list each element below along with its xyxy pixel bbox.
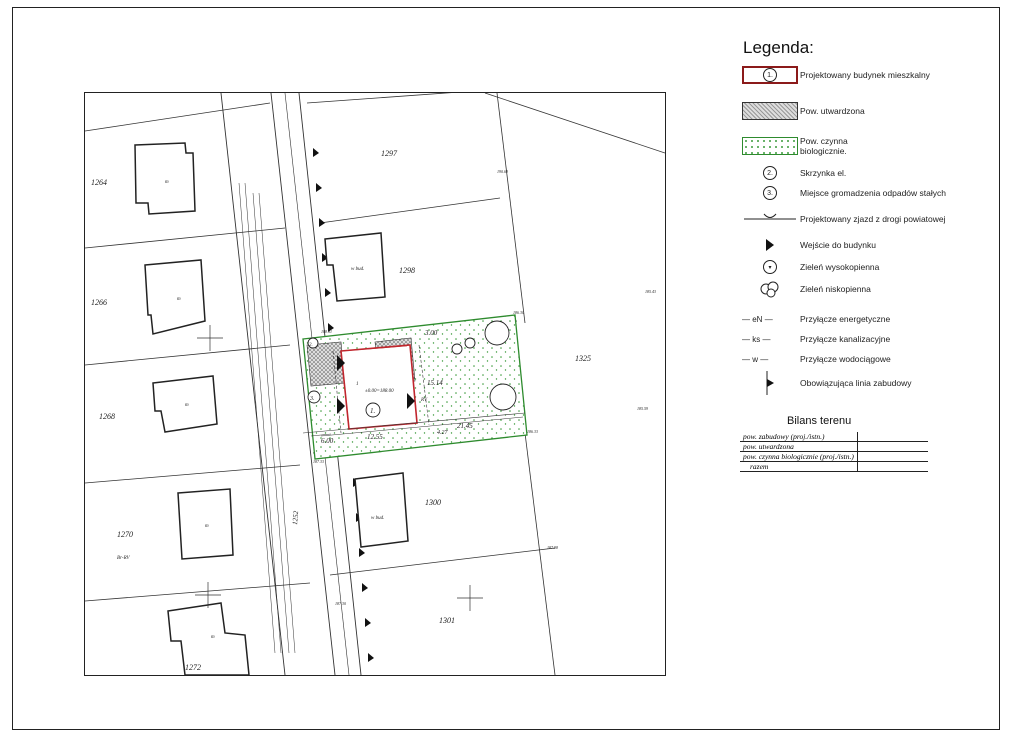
low-greenery-icon (760, 281, 779, 298)
bilans-label: pow. utwardzona (740, 441, 858, 452)
house-label: m (177, 297, 181, 302)
elevation: 185.59 (637, 406, 648, 411)
parcel-number: 1252 (291, 510, 300, 525)
line-code-w: w (752, 354, 759, 364)
bilans-title: Bilans terenu (787, 415, 852, 427)
table-row: razem (740, 461, 928, 472)
hatched-area-icon (742, 102, 798, 120)
entrance-triangle-icon (766, 239, 774, 251)
land-class: RV (420, 398, 428, 403)
legend-item-building-line: Obowiązująca linia zabudowy (742, 371, 912, 395)
dimension-text: 15.14 (427, 379, 443, 387)
house-label: m (165, 180, 169, 185)
circle-2-icon: 2. (763, 166, 777, 180)
legend-item-sewer: — ks — Przyłącze kanalizacyjne (742, 334, 891, 344)
building-line-icon (766, 371, 774, 395)
legend-item-low-green: Zieleń niskopienna (742, 280, 871, 298)
building-symbol-icon: 1. (763, 68, 777, 82)
bilans-label: pow. zabudowy (proj./istn.) (740, 432, 858, 442)
table-row: pow. utwardzona (740, 441, 928, 452)
marker-3: 3. (309, 396, 315, 402)
parcel-number: 1298 (399, 266, 415, 275)
parcel-number: 1272 (185, 663, 201, 672)
legend-item-energy: — eN — Przyłącze energetyczne (742, 314, 891, 324)
table-row: pow. zabudowy (proj./istn.) (740, 432, 928, 442)
elevation: 185.43 (645, 289, 656, 294)
elevation: 187.98 (547, 545, 558, 550)
parcel-number: 1270 (117, 530, 133, 539)
dimension-text: 21.45 (457, 422, 473, 430)
house-label: m (211, 635, 215, 640)
line-code-en: eN (752, 314, 763, 324)
house-label: m (205, 524, 209, 529)
parcel-number: 1301 (439, 616, 455, 625)
legend-item-entrance: Wejście do budynku (742, 236, 876, 254)
building-number: 1. (370, 407, 376, 415)
parcel-number: 1300 (425, 498, 441, 507)
legend-item-tall-green: ▾ Zieleń wysokopienna (742, 258, 879, 276)
house-label: m (185, 403, 189, 408)
elevation: 186.33 (527, 429, 538, 434)
marker-1: 1 (356, 382, 359, 387)
bilans-label: pow. czynna biologicznie (proj./istn.) (740, 451, 858, 462)
legend-item-building: 1. Projektowany budynek mieszkalny (742, 66, 930, 84)
elevation: 190.69 (497, 169, 508, 174)
bilans-table: pow. zabudowy (proj./istn.) pow. utwardz… (740, 432, 928, 472)
land-class-left: Br-RV (117, 556, 131, 561)
elevation: 186.30 (513, 310, 524, 315)
site-plan: 1264 1266 1268 1270 1272 1297 1298 1300 … (84, 92, 666, 676)
elevation: 187.30 (335, 601, 346, 606)
parcel-number: 1266 (91, 298, 107, 307)
bilans-label: razem (740, 461, 858, 472)
driveway-icon (744, 213, 796, 220)
legend-item-waste: 3. Miejsce gromadzenia odpadów stałych (742, 184, 946, 202)
entrance-elevation: ±0.00=188.00 (365, 389, 394, 394)
legend-item-paved: Pow. utwardzona (742, 102, 865, 120)
table-row: pow. czynna biologicznie (proj./istn.) (740, 451, 928, 462)
parcel-number: 1264 (91, 178, 107, 187)
dimension-text: 12.55 (367, 433, 383, 441)
line-code-ks: ks (752, 334, 761, 344)
dimension-text: 4.27 (437, 429, 449, 436)
legend-item-bio: Pow. czynna biologicznie. (742, 136, 870, 156)
legend-item-electric-box: 2. Skrzynka el. (742, 164, 846, 182)
house-label: w bud. (371, 516, 384, 521)
tall-greenery-icon: ▾ (763, 260, 777, 274)
parcel-number: 1325 (575, 354, 591, 363)
legend-item-driveway: Projektowany zjazd z drogi powiatowej (742, 210, 946, 228)
green-area-icon (742, 137, 798, 155)
house-label: w bud. (351, 267, 364, 272)
legend-title: Legenda: (743, 38, 814, 57)
marker-2: 2. (309, 343, 313, 348)
circle-3-icon: 3. (763, 186, 777, 200)
elevation: 187.33 (313, 459, 324, 464)
parcel-number: 1297 (381, 149, 398, 158)
dimension-text: 3.00 (424, 329, 438, 337)
elevation: 188.01 (321, 329, 332, 334)
legend-item-water: — w — Przyłącze wodociągowe (742, 354, 891, 364)
parcel-number: 1268 (99, 412, 115, 421)
dimension-text: 6.00 (321, 437, 334, 445)
